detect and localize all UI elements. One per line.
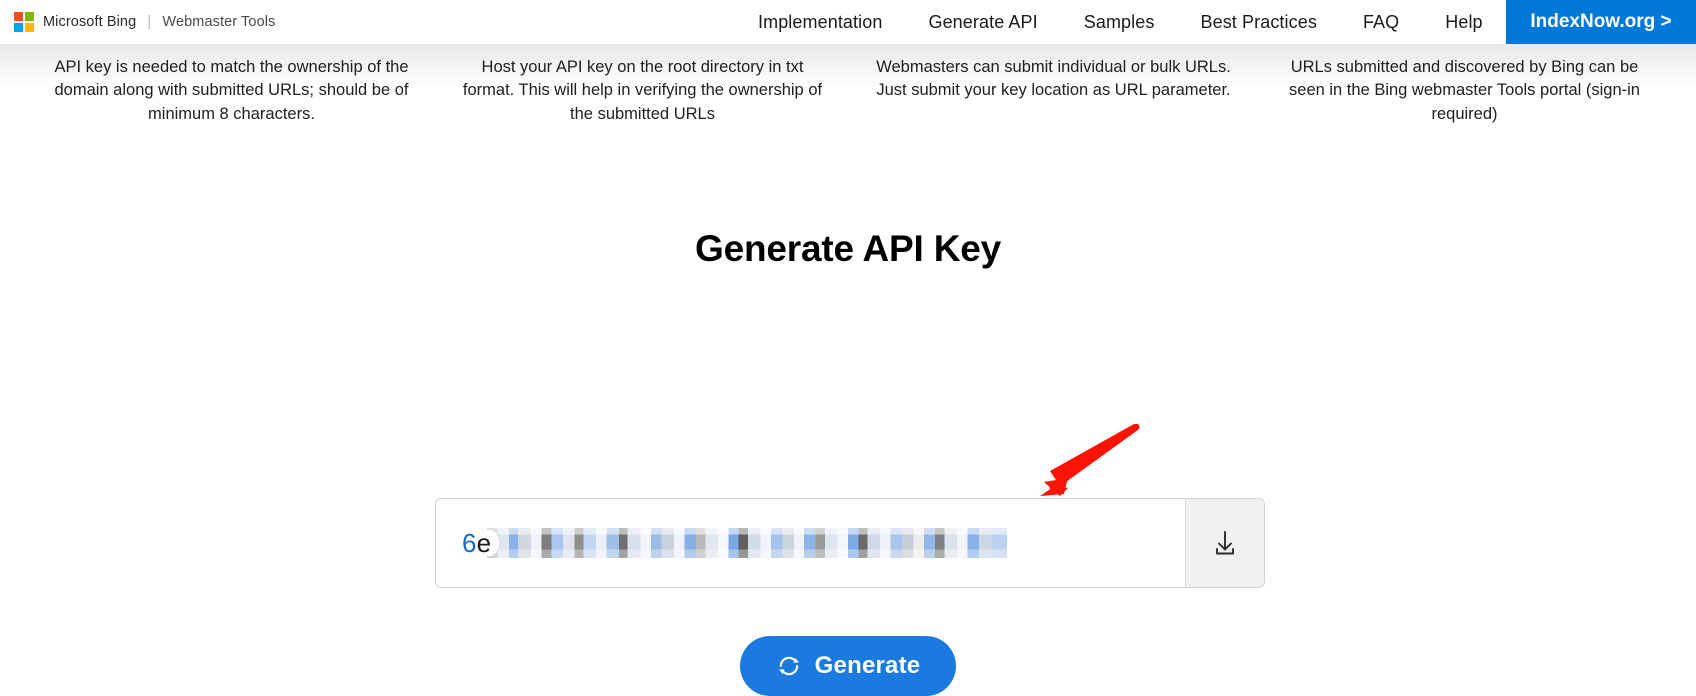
generate-button-row: Generate xyxy=(0,636,1696,696)
indexnow-org-button[interactable]: IndexNow.org > xyxy=(1506,0,1696,44)
api-key-field-row[interactable]: 6e xyxy=(435,498,1265,588)
generate-button-label: Generate xyxy=(814,652,921,679)
microsoft-squares-logo-icon xyxy=(14,12,34,32)
page-title: Generate API Key xyxy=(695,228,1001,269)
nav-item-faq[interactable]: FAQ xyxy=(1340,0,1422,44)
info-strip: API key is needed to match the ownership… xyxy=(0,44,1696,136)
info-column-submission: Webmasters can submit individual or bulk… xyxy=(876,58,1231,100)
nav-item-implementation[interactable]: Implementation xyxy=(735,0,905,44)
api-key-input[interactable]: 6e xyxy=(436,499,1185,587)
refresh-icon xyxy=(778,656,799,676)
brand-subtitle: Webmaster Tools xyxy=(162,14,276,30)
main-content: Generate API Key 6e Generate xyxy=(0,136,1696,696)
generate-button[interactable]: Generate xyxy=(739,636,957,696)
top-navigation-bar: Microsoft Bing | Webmaster Tools Impleme… xyxy=(0,0,1696,44)
main-nav: Implementation Generate API Samples Best… xyxy=(735,0,1506,44)
api-key-prefix-dark: e xyxy=(476,527,492,558)
red-arrow-annotation-icon xyxy=(1040,424,1140,496)
brand-name: Microsoft Bing xyxy=(43,14,137,30)
download-key-button[interactable] xyxy=(1185,499,1264,587)
api-key-redacted-mosaic xyxy=(481,528,1008,558)
brand-logo-link[interactable]: Microsoft Bing | Webmaster Tools xyxy=(14,0,275,44)
nav-item-best-practices[interactable]: Best Practices xyxy=(1177,0,1339,44)
nav-item-samples[interactable]: Samples xyxy=(1061,0,1178,44)
info-column-portal: URLs submitted and discovered by Bing ca… xyxy=(1289,58,1640,123)
info-column-api-key: API key is needed to match the ownership… xyxy=(54,58,409,123)
nav-item-help[interactable]: Help xyxy=(1422,0,1505,44)
brand-separator: | xyxy=(147,14,152,30)
api-key-visible-text: 6e xyxy=(462,528,491,559)
brand-text: Microsoft Bing | Webmaster Tools xyxy=(43,14,275,30)
nav-item-generate-api[interactable]: Generate API xyxy=(905,0,1060,44)
download-icon xyxy=(1216,531,1234,555)
api-key-prefix-blue: 6 xyxy=(462,527,477,558)
info-column-hosting: Host your API key on the root directory … xyxy=(462,58,823,123)
